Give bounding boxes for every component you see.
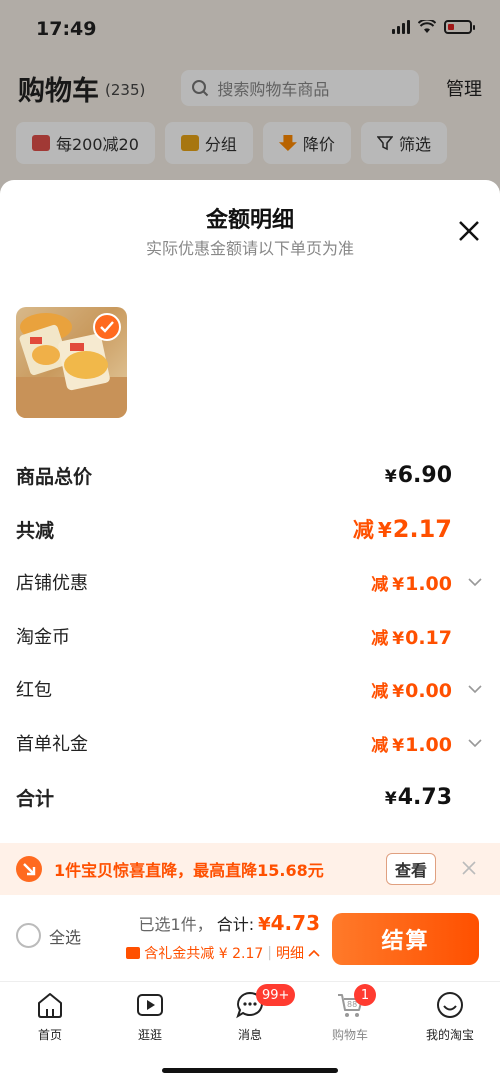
minus-prefix: 减 [371, 681, 389, 702]
price-drop-icon [16, 856, 42, 882]
bottom-tab-bar: 首页 逛逛 99+ 消息 88 1 购物车 我的淘宝 [0, 981, 500, 1082]
minus-prefix: 减 [352, 518, 374, 542]
currency-symbol: ¥ [392, 735, 405, 756]
currency-symbol: ¥ [392, 574, 405, 595]
tab-messages[interactable]: 99+ 消息 [200, 982, 300, 1082]
selected-check-icon [93, 313, 121, 341]
checkout-summary: 已选1件， 合计: ¥ 4.73 含礼金共减 ¥ 2.17 | 明细 [126, 911, 320, 963]
tab-label: 购物车 [331, 1028, 368, 1042]
row-red-packet[interactable]: 红包 减 ¥ 0.00 [16, 674, 484, 704]
amount-detail-sheet: 金额明细 实际优惠金额请以下单页为准 商品总价 ¥ 6.90 共减 减 ¥ 2.… [0, 180, 500, 1082]
minus-prefix: 减 [371, 574, 389, 595]
amount: 1.00 [405, 733, 452, 756]
row-label: 共减 [16, 519, 55, 542]
detail-link[interactable]: 明细 [276, 943, 304, 963]
currency-symbol: ¥ [384, 466, 397, 487]
select-all-label: 全选 [49, 927, 82, 947]
cart-badge: 1 [354, 984, 376, 1006]
row-grand-total: 合计 ¥ 4.73 [16, 782, 484, 812]
gift-discount-text: 含礼金共减 ¥ 2.17 [144, 946, 264, 962]
tab-browse[interactable]: 逛逛 [100, 982, 200, 1082]
product-thumbnail[interactable] [16, 307, 127, 418]
gift-discount-detail[interactable]: 含礼金共减 ¥ 2.17 | 明细 [126, 943, 320, 963]
row-total-price: 商品总价 ¥ 6.90 [16, 460, 484, 490]
row-first-order-gift[interactable]: 首单礼金 减 ¥ 1.00 [16, 728, 484, 758]
price-drop-promo-bar: 1件宝贝惊喜直降，最高直降15.68元 查看 [0, 843, 500, 895]
amount: 0.00 [405, 679, 452, 702]
amount: 4.73 [397, 784, 452, 810]
row-value: ¥ 4.73 [385, 785, 452, 810]
row-label: 店铺优惠 [16, 573, 88, 594]
tab-cart[interactable]: 88 1 购物车 [300, 982, 400, 1082]
row-label: 淘金币 [16, 627, 70, 648]
checkout-button[interactable]: 结算 [332, 913, 479, 965]
currency-symbol: ¥ [377, 518, 392, 542]
tab-label: 我的淘宝 [425, 1028, 474, 1042]
row-taojinbi: 淘金币 减 ¥ 0.17 [16, 621, 484, 651]
sheet-subtitle: 实际优惠金额请以下单页为准 [145, 239, 354, 258]
close-icon[interactable] [458, 220, 480, 242]
row-value: 减 ¥ 1.00 [371, 570, 452, 595]
amount: 2.17 [392, 515, 452, 543]
home-indicator[interactable] [162, 1068, 338, 1073]
sheet-title: 金额明细 [205, 208, 294, 233]
total-amount: 4.73 [270, 911, 320, 935]
row-total-discount: 共减 减 ¥ 2.17 [16, 514, 484, 544]
chevron-up-icon [308, 949, 320, 957]
chevron-down-icon[interactable] [468, 577, 482, 587]
checkout-bar: 全选 已选1件， 合计: ¥ 4.73 含礼金共减 ¥ 2.17 | 明细 结算 [0, 895, 500, 981]
chevron-down-icon[interactable] [468, 684, 482, 694]
close-icon[interactable] [462, 861, 476, 875]
select-all-radio[interactable] [16, 923, 41, 948]
amount: 1.00 [405, 572, 452, 595]
divider: | [267, 945, 272, 961]
row-value: ¥ 6.90 [385, 463, 452, 488]
smile-icon [437, 992, 463, 1018]
minus-prefix: 减 [371, 628, 389, 649]
tab-my-taobao[interactable]: 我的淘宝 [400, 982, 500, 1082]
amount: 6.90 [397, 462, 452, 488]
row-label: 合计 [16, 787, 55, 810]
promo-view-button[interactable]: 查看 [386, 853, 436, 885]
chevron-down-icon[interactable] [468, 738, 482, 748]
row-label: 红包 [16, 680, 52, 701]
tab-home[interactable]: 首页 [0, 982, 100, 1082]
minus-prefix: 减 [371, 735, 389, 756]
row-value: 减 ¥ 0.17 [371, 624, 452, 649]
tab-label: 逛逛 [137, 1028, 162, 1042]
row-shop-discount[interactable]: 店铺优惠 减 ¥ 1.00 [16, 567, 484, 597]
row-value: 减 ¥ 1.00 [371, 731, 452, 756]
row-label: 商品总价 [16, 465, 93, 488]
currency-symbol: ¥ [392, 628, 405, 649]
promo-text: 1件宝贝惊喜直降，最高直降15.68元 [54, 861, 324, 880]
row-value: 减 ¥ 0.00 [371, 677, 452, 702]
select-all-toggle[interactable]: 全选 [16, 923, 81, 948]
row-value: 减 ¥ 2.17 [353, 514, 452, 544]
play-icon [137, 994, 163, 1016]
tab-label: 首页 [37, 1028, 62, 1042]
amount: 0.17 [405, 626, 452, 649]
selected-count: 已选1件， [138, 915, 213, 934]
currency-symbol: ¥ [392, 681, 405, 702]
currency-symbol: ¥ [258, 914, 271, 935]
row-label: 首单礼金 [16, 734, 88, 755]
gift-ticket-icon [126, 947, 141, 959]
tab-label: 消息 [237, 1028, 262, 1042]
currency-symbol: ¥ [384, 788, 397, 809]
message-badge: 99+ [256, 984, 296, 1006]
total-label: 合计: [216, 915, 255, 934]
home-icon [38, 993, 62, 1018]
